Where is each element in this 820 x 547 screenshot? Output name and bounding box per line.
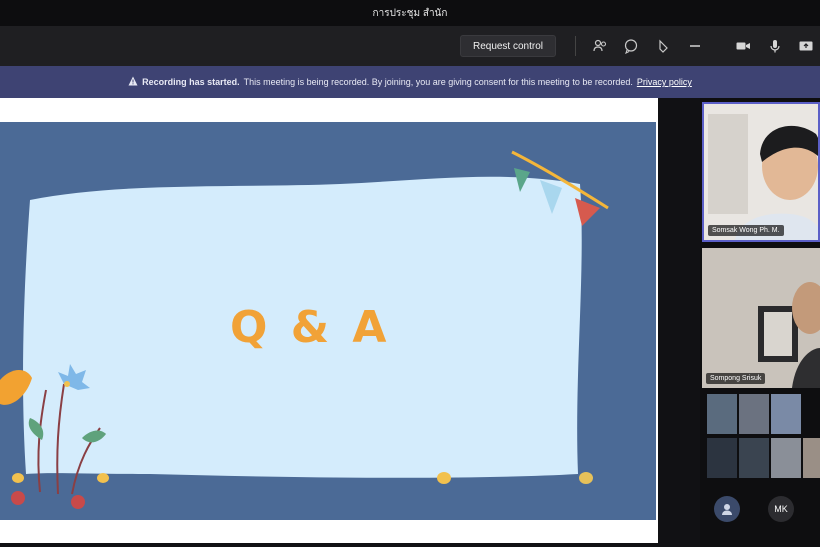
participant-thumbnail[interactable]: [707, 394, 737, 434]
slide-heading: Q & A: [230, 302, 391, 353]
share-icon[interactable]: [798, 38, 814, 54]
meeting-toolbar: Request control: [0, 26, 820, 66]
participant-video: [704, 104, 818, 240]
participant-thumbnail[interactable]: [739, 438, 769, 478]
warning-icon: [128, 76, 138, 88]
request-control-button[interactable]: Request control: [460, 35, 556, 57]
recording-banner-title: Recording has started.: [142, 77, 240, 87]
participant-thumbnail[interactable]: [739, 394, 769, 434]
meeting-stage: Q & A Somsak Wong Ph. M. Sompong Srisuk …: [0, 98, 820, 547]
reactions-icon[interactable]: [655, 38, 671, 54]
toolbar-divider: [575, 36, 576, 56]
people-icon[interactable]: [592, 38, 608, 54]
more-icon[interactable]: [687, 38, 703, 54]
participant-avatar[interactable]: [714, 496, 740, 522]
participant-thumbnail[interactable]: [771, 438, 801, 478]
recording-banner: Recording has started. This meeting is b…: [0, 66, 820, 98]
privacy-policy-link[interactable]: Privacy policy: [637, 77, 692, 87]
mic-icon[interactable]: [767, 38, 783, 54]
chat-icon[interactable]: [623, 38, 639, 55]
shared-screen: Q & A: [0, 98, 658, 543]
participant-thumbnail[interactable]: [771, 394, 801, 434]
participant-name: Somsak Wong Ph. M.: [708, 225, 784, 236]
participant-thumbnail[interactable]: [707, 438, 737, 478]
window-title: การประชุม สำนัก: [372, 7, 448, 19]
participant-video-tile[interactable]: Sompong Srisuk: [702, 248, 820, 388]
participant-video-tile[interactable]: Somsak Wong Ph. M.: [702, 102, 820, 242]
presentation-slide: Q & A: [0, 122, 656, 520]
camera-icon[interactable]: [735, 38, 751, 54]
participant-video: [702, 248, 820, 388]
participant-avatar[interactable]: MK: [768, 496, 794, 522]
participant-name: Sompong Srisuk: [706, 373, 766, 384]
participant-thumbnail[interactable]: [803, 438, 820, 478]
recording-banner-message: This meeting is being recorded. By joini…: [243, 77, 633, 87]
window-titlebar: การประชุม สำนัก: [0, 0, 820, 26]
